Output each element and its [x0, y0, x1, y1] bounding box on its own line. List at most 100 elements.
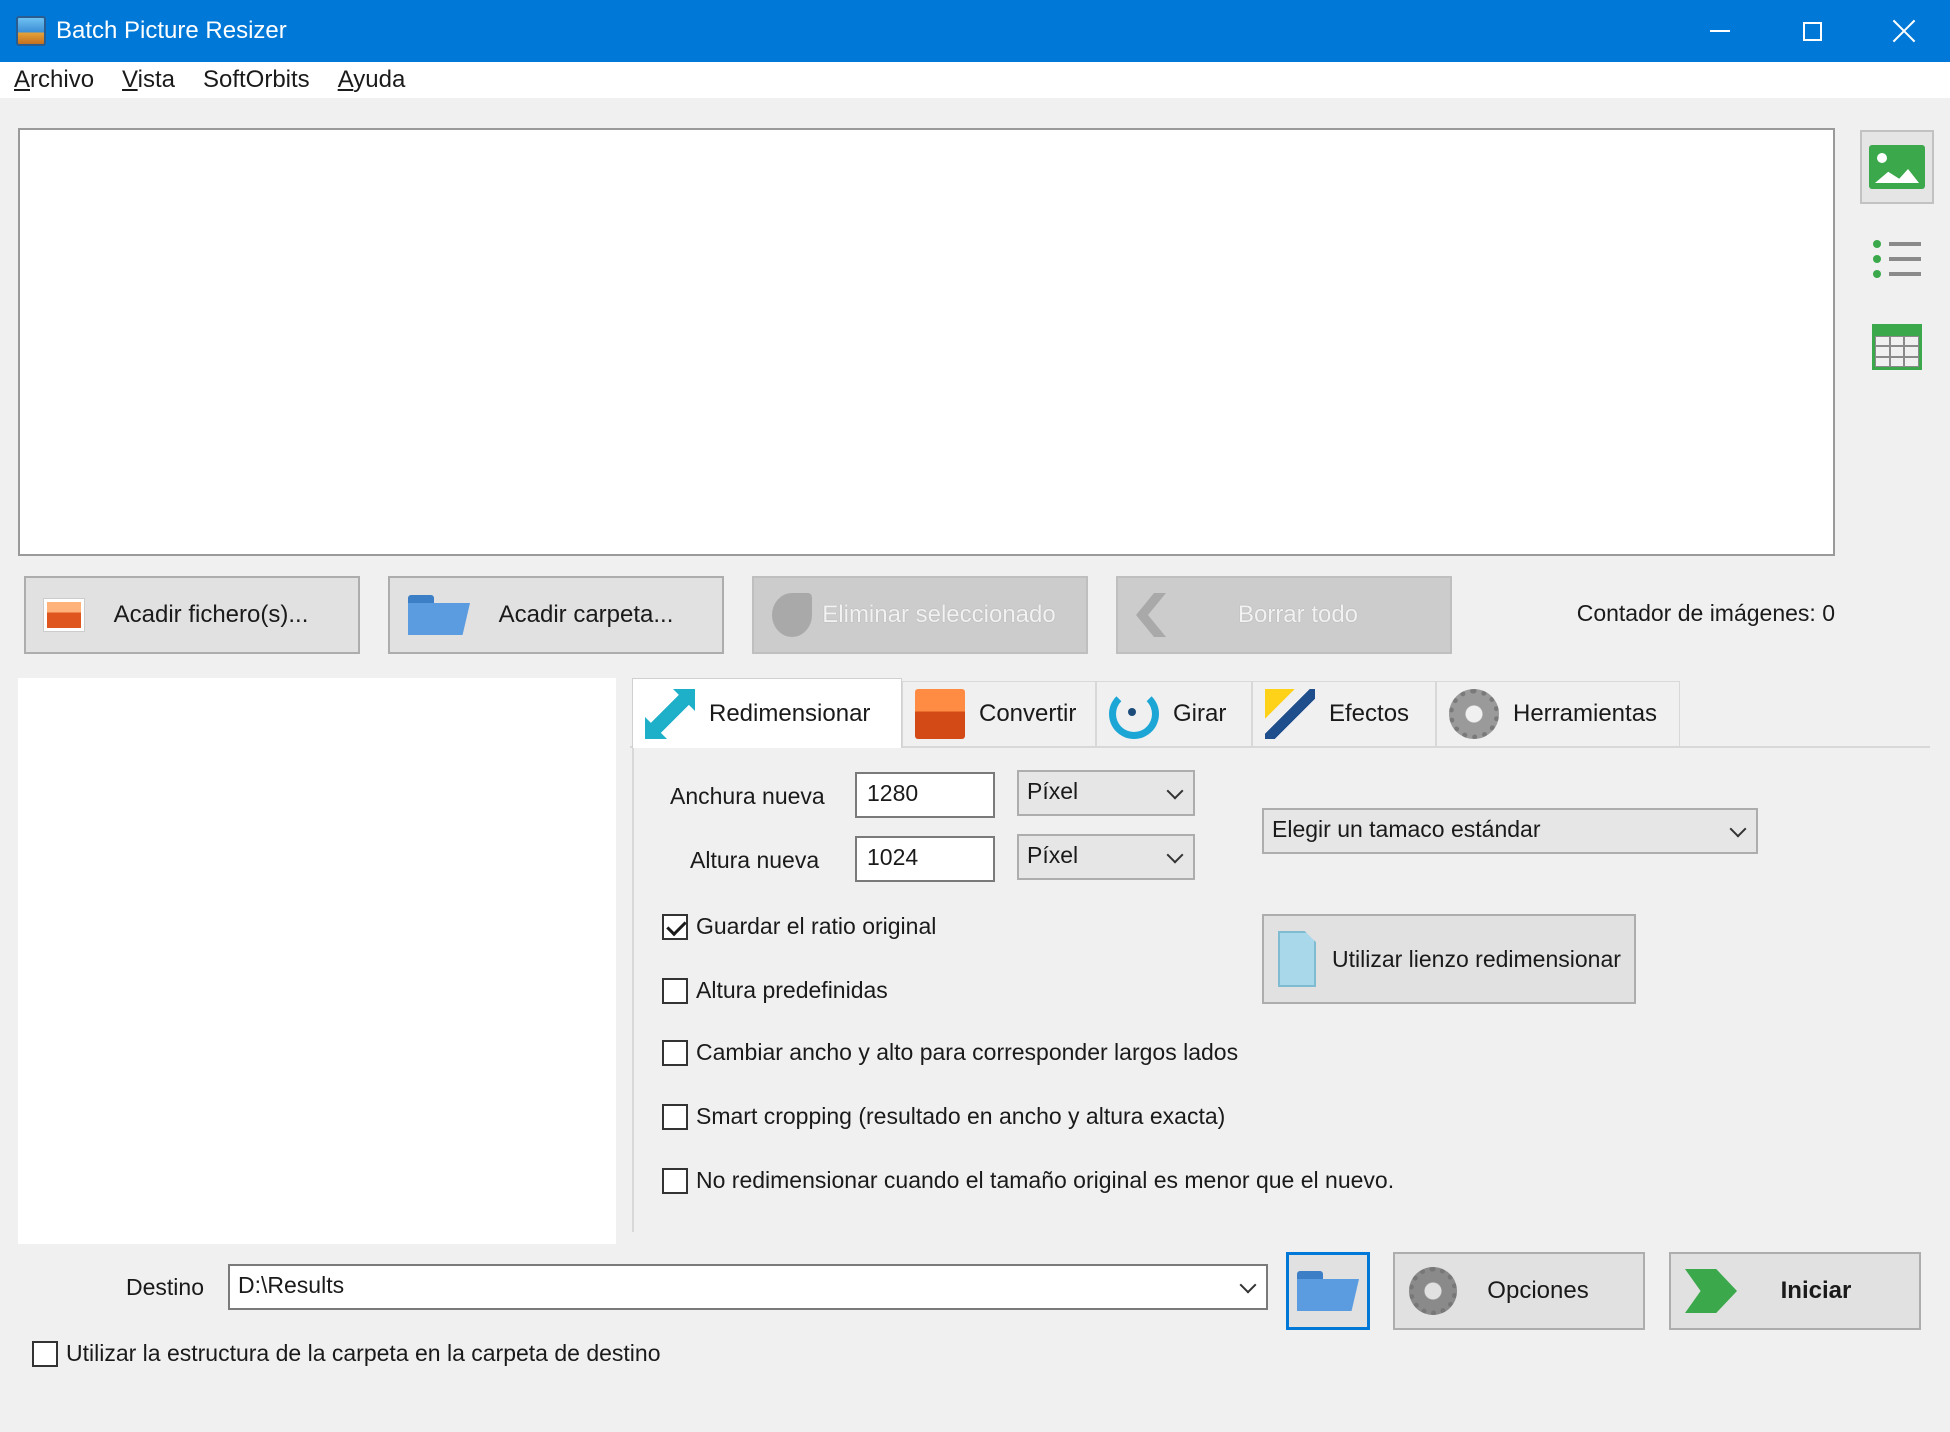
keep-ratio-checkbox[interactable]: Guardar el ratio original [662, 913, 936, 940]
standard-size-value: Elegir un tamaco estándar [1272, 816, 1541, 842]
canvas-icon [1278, 931, 1316, 987]
tab-girar[interactable]: Girar [1096, 681, 1252, 746]
gear-icon [1409, 1267, 1457, 1315]
menu-archivo[interactable]: Archivo [14, 66, 94, 94]
width-label: Anchura nueva [670, 783, 825, 809]
width-input[interactable]: 1280 [855, 772, 995, 818]
clear-all-label: Borrar todo [1237, 601, 1359, 628]
thumbnail-view-button[interactable] [1860, 130, 1934, 204]
minimize-icon [1710, 30, 1730, 32]
folder-icon [408, 595, 470, 635]
remove-selected-label: Eliminar seleccionado [822, 601, 1056, 628]
canvas-resize-button[interactable]: Utilizar lienzo redimensionar [1262, 914, 1636, 1004]
table-view-icon [1872, 324, 1922, 370]
checkbox-label: Altura predefinidas [696, 977, 888, 1003]
list-view-button[interactable] [1860, 222, 1934, 296]
remove-selected-button[interactable]: Eliminar seleccionado [752, 576, 1088, 654]
height-input[interactable]: 1024 [855, 836, 995, 882]
start-button[interactable]: Iniciar [1669, 1252, 1921, 1330]
resize-icon [645, 688, 695, 739]
title-bar: Batch Picture Resizer [0, 0, 1950, 62]
menu-label: rchivo [30, 66, 95, 93]
effects-icon [1265, 689, 1315, 739]
tab-redimensionar[interactable]: Redimensionar [632, 678, 902, 748]
menu-vista[interactable]: Vista [122, 66, 175, 94]
table-view-button[interactable] [1860, 310, 1934, 384]
open-folder-icon [1297, 1271, 1359, 1311]
rotate-icon [1109, 689, 1159, 739]
chevron-down-icon [1166, 846, 1184, 864]
width-unit-value: Píxel [1027, 778, 1079, 804]
tab-herramientas[interactable]: Herramientas [1436, 681, 1680, 746]
checkbox-label: Cambiar ancho y alto para corresponder l… [696, 1039, 1239, 1065]
tab-label: Redimensionar [709, 699, 871, 727]
image-list-panel[interactable] [18, 128, 1835, 556]
destination-label: Destino [126, 1274, 204, 1300]
menu-mnemonic: V [122, 66, 138, 93]
list-view-icon [1873, 238, 1921, 280]
add-files-label: Acadir fichero(s)... [113, 601, 309, 628]
checkbox-label: Smart cropping (resultado en ancho y alt… [696, 1103, 1226, 1129]
preview-panel [18, 678, 616, 1244]
menu-ayuda[interactable]: Ayuda [338, 66, 406, 94]
canvas-resize-label: Utilizar lienzo redimensionar [1332, 945, 1621, 972]
start-label: Iniciar [1780, 1277, 1852, 1304]
thumbnail-view-icon [1869, 145, 1925, 189]
window-title: Batch Picture Resizer [56, 17, 287, 44]
checkbox-box [662, 1167, 688, 1194]
checkbox-box [662, 1103, 688, 1130]
height-unit-select[interactable]: Píxel [1017, 834, 1195, 880]
menu-label: yuda [353, 66, 406, 93]
app-icon [16, 16, 46, 46]
no-upscale-checkbox[interactable]: No redimensionar cuando el tamaño origin… [662, 1167, 1394, 1194]
tab-convertir[interactable]: Convertir [902, 681, 1096, 746]
menu-mnemonic: A [14, 66, 31, 93]
image-counter: Contador de imágenes: 0 [1576, 600, 1835, 626]
chevron-down-icon [1239, 1276, 1257, 1294]
tools-icon [1449, 689, 1499, 739]
browse-folder-button[interactable] [1286, 1252, 1370, 1330]
tab-label: Convertir [979, 700, 1077, 727]
chevron-down-icon [1166, 782, 1184, 800]
tab-label: Efectos [1329, 700, 1410, 727]
add-folder-label: Acadir carpeta... [498, 601, 674, 628]
tab-label: Girar [1173, 700, 1227, 727]
standard-size-select[interactable]: Elegir un tamaco estándar [1262, 808, 1758, 854]
checkbox-label: Guardar el ratio original [696, 913, 937, 939]
swap-sides-checkbox[interactable]: Cambiar ancho y alto para corresponder l… [662, 1039, 1238, 1066]
checkbox-label: Utilizar la estructura de la carpeta en … [66, 1340, 661, 1366]
tab-bar: Redimensionar Convertir Girar Efectos He… [630, 678, 1930, 748]
checkbox-label: No redimensionar cuando el tamaño origin… [696, 1167, 1395, 1193]
picture-icon [44, 599, 84, 631]
chevron-down-icon [1729, 820, 1747, 838]
clear-all-button[interactable]: Borrar todo [1116, 576, 1452, 654]
maximize-button[interactable] [1766, 0, 1858, 62]
options-button[interactable]: Opciones [1393, 1252, 1645, 1330]
add-files-button[interactable]: Acadir fichero(s)... [24, 576, 360, 654]
minimize-button[interactable] [1674, 0, 1766, 62]
menu-mnemonic: A [337, 66, 354, 93]
destination-value: D:\Results [238, 1272, 345, 1298]
maximize-icon [1802, 21, 1822, 41]
checkbox-box [662, 1039, 688, 1066]
predefined-height-checkbox[interactable]: Altura predefinidas [662, 977, 888, 1004]
tab-efectos[interactable]: Efectos [1252, 681, 1436, 746]
destination-input[interactable]: D:\Results [228, 1264, 1268, 1310]
options-label: Opciones [1487, 1277, 1589, 1304]
height-label: Altura nueva [690, 847, 820, 873]
menu-label: ista [137, 66, 175, 93]
keep-folder-structure-checkbox[interactable]: Utilizar la estructura de la carpeta en … [32, 1340, 661, 1367]
menu-bar: Archivo Vista SoftOrbits Ayuda [0, 62, 1950, 98]
checkbox-box [32, 1340, 58, 1367]
checkbox-box [662, 913, 688, 940]
convert-icon [915, 689, 965, 739]
width-unit-select[interactable]: Píxel [1017, 770, 1195, 816]
checkbox-box [662, 977, 688, 1004]
smart-cropping-checkbox[interactable]: Smart cropping (resultado en ancho y alt… [662, 1103, 1225, 1130]
start-arrow-icon [1685, 1269, 1737, 1313]
menu-softorbits[interactable]: SoftOrbits [203, 66, 310, 94]
back-arrow-icon [1136, 593, 1166, 637]
tab-label: Herramientas [1513, 700, 1658, 727]
close-button[interactable] [1858, 0, 1950, 62]
add-folder-button[interactable]: Acadir carpeta... [388, 576, 724, 654]
